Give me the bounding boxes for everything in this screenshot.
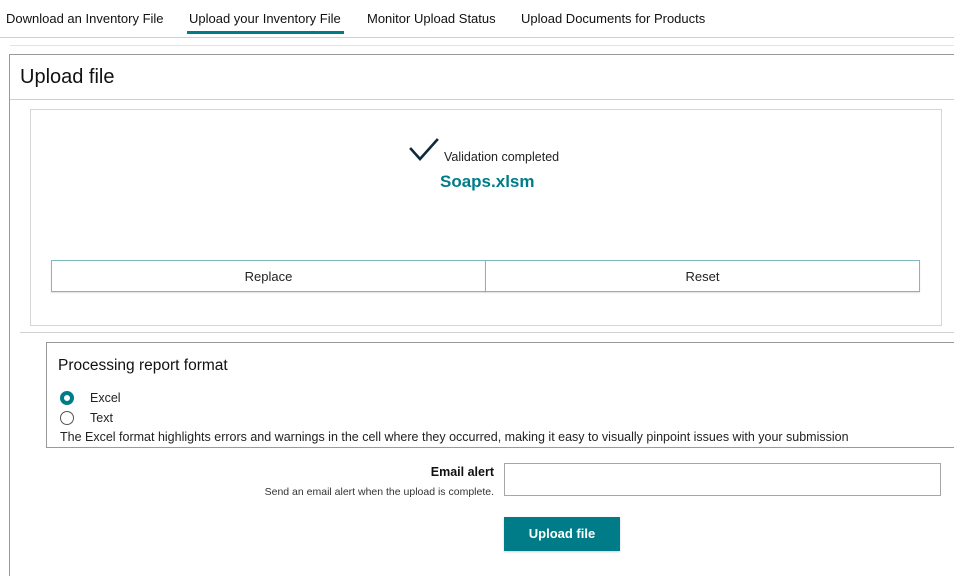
uploaded-filename: Soaps.xlsm — [440, 172, 535, 191]
radio-unselected-icon[interactable] — [60, 411, 74, 425]
validation-status-text: Validation completed — [444, 150, 560, 164]
tab-monitor-upload-status[interactable]: Monitor Upload Status — [367, 11, 496, 26]
panel-title-divider — [10, 99, 954, 100]
replace-button[interactable]: Replace — [51, 260, 486, 292]
email-alert-label: Email alert — [430, 465, 494, 479]
tab-upload-documents[interactable]: Upload Documents for Products — [521, 11, 705, 26]
upload-file-panel: Upload file Validation completed Soaps.x… — [9, 54, 954, 576]
report-format-note: The Excel format highlights errors and w… — [60, 430, 849, 444]
upload-inventory-page: Download an Inventory File Upload your I… — [0, 0, 954, 576]
panel-title: Upload file — [20, 66, 115, 88]
upload-file-button[interactable]: Upload file — [504, 517, 620, 551]
checkmark-icon — [409, 138, 439, 161]
section-divider — [20, 332, 954, 333]
radio-label-text: Text — [90, 411, 113, 425]
separator-line — [10, 45, 954, 46]
validation-box: Validation completed Soaps.xlsm Replace … — [30, 109, 942, 326]
report-format-title: Processing report format — [58, 357, 228, 374]
tab-download-inventory-file[interactable]: Download an Inventory File — [6, 11, 164, 26]
radio-selected-icon[interactable] — [60, 391, 74, 405]
tab-bar: Download an Inventory File Upload your I… — [0, 0, 954, 38]
reset-button[interactable]: Reset — [485, 260, 920, 292]
email-alert-help: Send an email alert when the upload is c… — [264, 486, 494, 498]
tab-upload-inventory-file[interactable]: Upload your Inventory File — [187, 11, 344, 34]
report-format-box: Processing report format Excel Text The … — [46, 342, 954, 448]
radio-label-excel: Excel — [90, 391, 121, 405]
email-alert-input[interactable] — [504, 463, 941, 496]
